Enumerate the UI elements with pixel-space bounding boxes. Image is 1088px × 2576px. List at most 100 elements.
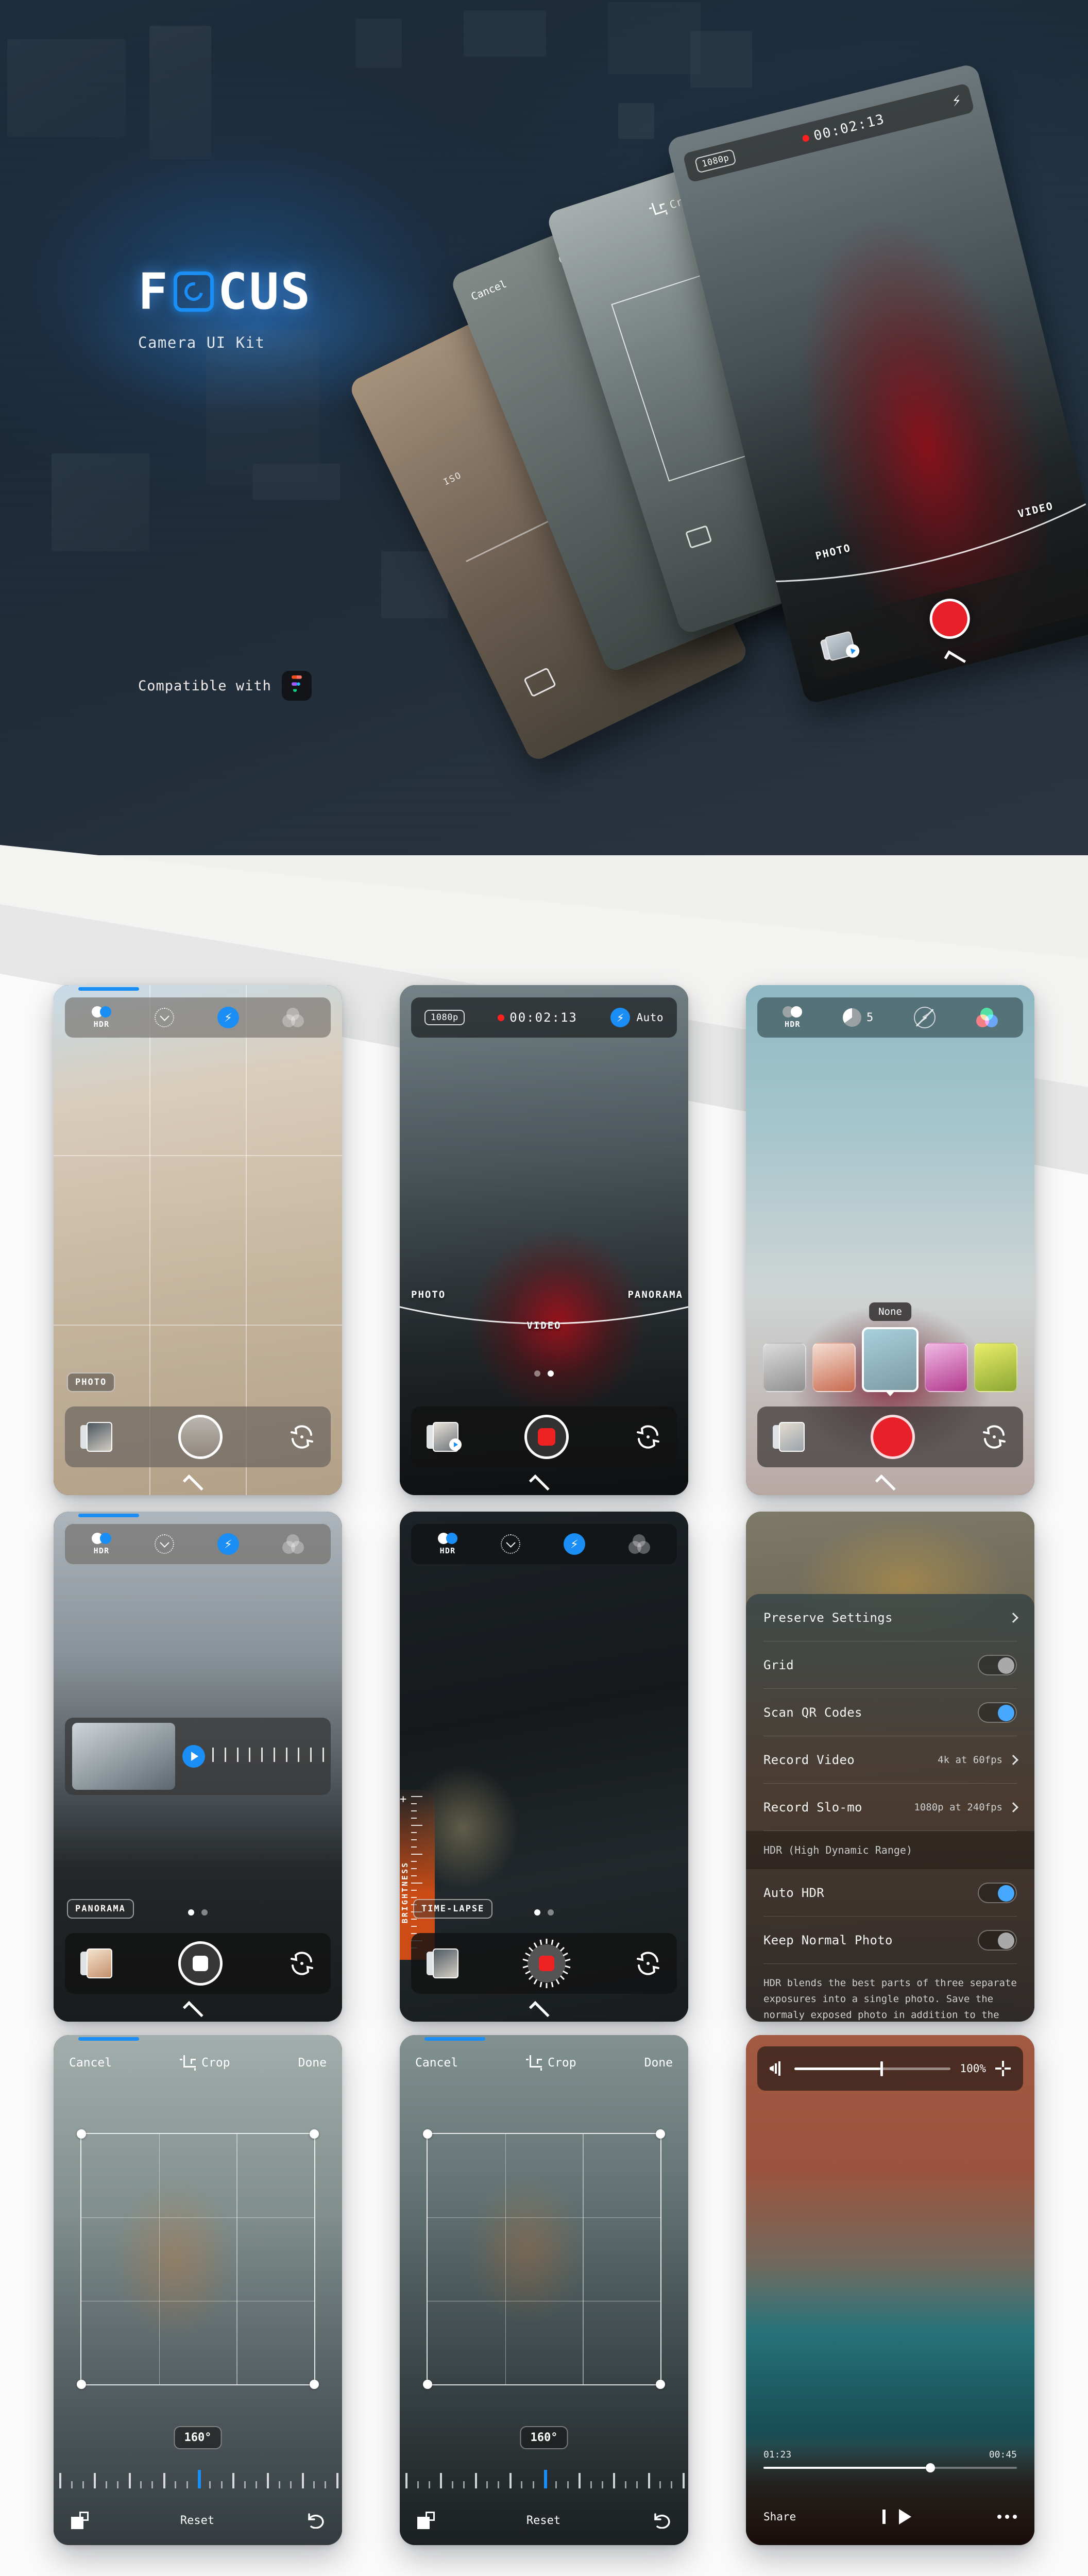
player-scrubber[interactable] (763, 2463, 1017, 2472)
crop-handle[interactable] (423, 2380, 432, 2389)
auto-hdr-toggle[interactable] (978, 1882, 1017, 1903)
hdr-toggle[interactable]: HDR (438, 1533, 457, 1555)
filters-icon[interactable] (976, 1008, 998, 1027)
share-button[interactable]: Share (763, 2511, 796, 2523)
filter-option[interactable] (812, 1343, 856, 1392)
flash-icon[interactable]: ⚡ (950, 91, 963, 110)
undo-icon[interactable] (306, 2512, 325, 2529)
screen-video-player[interactable]: 100% 01:23 00:45 Share (746, 2035, 1034, 2545)
expand-chevron-icon[interactable] (535, 1475, 553, 1488)
rotation-ruler[interactable] (400, 2442, 688, 2488)
expand-icon[interactable] (995, 2061, 1011, 2076)
reset-button[interactable]: Reset (180, 2514, 214, 2527)
flash-icon[interactable]: ⚡ (217, 1007, 239, 1028)
timer-icon[interactable] (155, 1008, 174, 1027)
volume-icon[interactable] (770, 2061, 785, 2076)
settings-row-grid[interactable]: Grid (763, 1641, 1017, 1689)
page-dots[interactable] (188, 1909, 208, 1916)
undo-icon[interactable] (652, 2512, 671, 2529)
flip-camera-icon[interactable] (635, 1950, 661, 1977)
expand-chevron-icon[interactable] (189, 2001, 207, 2014)
gallery-thumbnail[interactable] (819, 631, 861, 663)
resolution-badge[interactable]: 1080p (424, 1010, 465, 1025)
settings-row-keep-normal-photo[interactable]: Keep Normal Photo (763, 1917, 1017, 1964)
mode-pill[interactable]: PANORAMA (67, 1899, 134, 1919)
timer-control[interactable]: 5 (843, 1008, 873, 1027)
cancel-button[interactable]: Cancel (415, 2056, 458, 2070)
timer-icon[interactable] (155, 1534, 174, 1554)
flip-camera-icon[interactable] (288, 1423, 315, 1450)
screen-time-lapse[interactable]: HDR ⚡ + BRIGHTNESS TIME-LAPSE (400, 1512, 688, 2022)
resolution-badge[interactable]: 1080p (694, 148, 737, 174)
screen-video-recording[interactable]: 1080p 00:02:13 ⚡ Auto PHOTO VIDEO PANORA… (400, 985, 688, 1495)
settings-row-auto-hdr[interactable]: Auto HDR (763, 1869, 1017, 1917)
stop-record-button[interactable] (524, 1415, 569, 1459)
crop-handle[interactable] (310, 2129, 319, 2139)
rotation-ruler[interactable] (54, 2442, 342, 2488)
filter-option[interactable] (763, 1343, 806, 1392)
done-button[interactable]: Done (644, 2056, 673, 2070)
crop-handle[interactable] (310, 2380, 319, 2389)
grid-toggle[interactable] (978, 1654, 1017, 1675)
scan-qr-toggle[interactable] (978, 1702, 1017, 1723)
settings-row-record-video[interactable]: Record Video 4k at 60fps (763, 1736, 1018, 1784)
crop-handle[interactable] (656, 2129, 665, 2139)
pause-icon[interactable] (882, 2510, 886, 2524)
shutter-button[interactable] (871, 1415, 915, 1459)
screen-crop-light[interactable]: Cancel Crop Done 160° Reset (54, 2035, 342, 2545)
crop-handle[interactable] (656, 2380, 665, 2389)
crop-frame[interactable] (77, 2129, 319, 2389)
gallery-thumbnail[interactable] (80, 1422, 112, 1452)
playback-buttons[interactable] (882, 2509, 911, 2524)
filters-icon[interactable] (282, 1534, 304, 1554)
hdr-toggle[interactable]: HDR (92, 1533, 111, 1555)
screen-panorama[interactable]: HDR ⚡ PANORAMA (54, 1512, 342, 2022)
page-dots[interactable] (534, 1909, 554, 1916)
gallery-thumbnail[interactable] (773, 1422, 805, 1452)
filter-option-selected[interactable]: None (862, 1302, 919, 1396)
mode-selector[interactable]: PHOTO VIDEO PANORAMA (400, 1289, 688, 1350)
mode-label-photo[interactable]: PHOTO (411, 1289, 446, 1300)
filters-icon[interactable] (282, 1008, 304, 1027)
settings-row-scan-qr-codes[interactable]: Scan QR Codes (763, 1689, 1017, 1736)
shutter-button[interactable] (178, 1415, 223, 1459)
crop-frame[interactable] (423, 2129, 665, 2389)
settings-row-record-slo-mo[interactable]: Record Slo-mo 1080p at 240fps (763, 1784, 1018, 1831)
gallery-thumbnail[interactable] (427, 1948, 458, 1978)
timelapse-record-button[interactable] (521, 1938, 572, 1989)
screen-crop-dark[interactable]: Cancel Crop Done 160° Reset (400, 2035, 688, 2545)
aspect-ratio-icon[interactable] (417, 2512, 435, 2529)
crop-handle[interactable] (423, 2129, 432, 2139)
screen-settings[interactable]: Preserve Settings Grid Scan QR Codes Rec… (746, 1512, 1034, 2022)
screen-filters[interactable]: HDR 5 ⚡ None (746, 985, 1034, 1495)
crop-handle[interactable] (77, 2380, 86, 2389)
settings-row-preserve-settings[interactable]: Preserve Settings (763, 1594, 1018, 1641)
flash-icon[interactable]: ⚡ (564, 1533, 585, 1555)
gallery-thumbnail-video[interactable] (427, 1422, 462, 1452)
done-button[interactable]: Done (298, 2056, 327, 2070)
expand-chevron-icon[interactable] (189, 1475, 207, 1488)
hdr-toggle[interactable]: HDR (783, 1006, 803, 1029)
timer-icon[interactable] (501, 1534, 520, 1554)
mode-pill[interactable]: PHOTO (67, 1372, 115, 1392)
reset-button[interactable]: Reset (526, 2514, 560, 2527)
more-icon[interactable] (997, 2515, 1017, 2519)
mode-pill[interactable]: TIME-LAPSE (413, 1899, 493, 1919)
filter-option[interactable] (974, 1343, 1017, 1392)
hdr-toggle[interactable]: HDR (92, 1006, 111, 1029)
expand-chevron-icon[interactable] (535, 2001, 553, 2014)
crop-handle[interactable] (77, 2129, 86, 2139)
panorama-progress-strip[interactable] (65, 1718, 331, 1795)
flip-camera-icon[interactable] (635, 1423, 661, 1450)
mode-label-panorama[interactable]: PANORAMA (627, 1289, 683, 1300)
filter-option[interactable] (925, 1343, 968, 1392)
volume-slider[interactable] (794, 2061, 951, 2076)
flash-icon[interactable]: ⚡ (610, 1008, 631, 1027)
play-icon[interactable] (898, 2509, 911, 2524)
flip-camera-icon[interactable] (288, 1950, 315, 1977)
gallery-thumbnail[interactable] (80, 1948, 112, 1978)
flash-off-icon[interactable]: ⚡ (913, 1007, 936, 1028)
mode-label-video[interactable]: VIDEO (526, 1320, 561, 1331)
filter-strip[interactable]: None (753, 1302, 1027, 1396)
expand-chevron-icon[interactable] (881, 1475, 899, 1488)
